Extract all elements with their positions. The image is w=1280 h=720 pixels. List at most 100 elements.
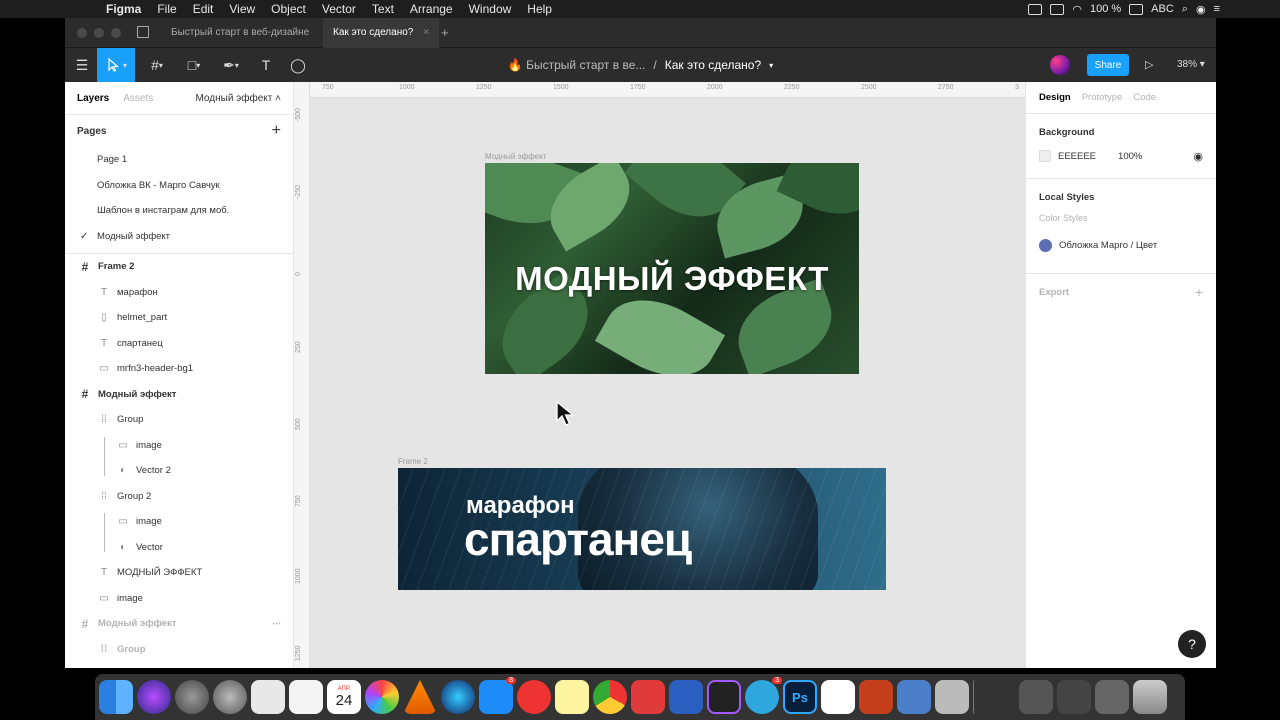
reminders-icon[interactable] bbox=[289, 680, 323, 714]
photos-icon[interactable] bbox=[365, 680, 399, 714]
layer-row[interactable]: ▯ helmet_part bbox=[65, 305, 293, 331]
chevron-down-icon[interactable]: ▾ bbox=[769, 61, 773, 70]
new-tab-button[interactable]: + bbox=[431, 18, 459, 48]
app-store-icon[interactable]: 8 bbox=[479, 677, 516, 714]
menu-window[interactable]: Window bbox=[461, 2, 520, 16]
layer-row[interactable]: ⁞⁞ Group 2 bbox=[65, 484, 293, 510]
page-item[interactable]: Шаблон в инстаграм для моб. bbox=[65, 198, 293, 224]
telegram-icon[interactable]: 3 bbox=[745, 677, 782, 714]
menu-edit[interactable]: Edit bbox=[185, 2, 222, 16]
files-stack-icon[interactable] bbox=[1095, 680, 1129, 714]
layer-row[interactable]: # Модный эффект ⋯ bbox=[65, 611, 293, 637]
layer-row[interactable]: # Frame 2 bbox=[65, 254, 293, 280]
tab-layers[interactable]: Layers bbox=[77, 93, 109, 104]
color-style-item[interactable]: Обложка Марго / Цвет bbox=[1039, 233, 1203, 257]
wunderlist-icon[interactable] bbox=[631, 680, 665, 714]
layer-row[interactable]: T МОДНЫЙ ЭФФЕКТ bbox=[65, 560, 293, 586]
tab-file-1[interactable]: Быстрый старт в веб-дизайне bbox=[161, 18, 319, 48]
menu-figma[interactable]: Figma bbox=[98, 2, 149, 16]
close-tab-icon[interactable]: × bbox=[423, 27, 429, 38]
menu-vector[interactable]: Vector bbox=[314, 2, 364, 16]
menu-help[interactable]: Help bbox=[519, 2, 560, 16]
battery-icon[interactable] bbox=[1129, 3, 1144, 15]
document-stack-icon[interactable] bbox=[1019, 680, 1053, 714]
layer-row[interactable]: ▭ mrfn3-header-bg1 bbox=[65, 356, 293, 382]
add-export-icon[interactable]: + bbox=[1195, 284, 1203, 300]
layer-row[interactable]: ▭ image bbox=[65, 433, 293, 459]
avatar[interactable] bbox=[1050, 55, 1070, 75]
breadcrumb-file[interactable]: Как это сделано? bbox=[665, 58, 761, 72]
calendar-icon[interactable]: АПР. 24 bbox=[327, 680, 361, 714]
eye-icon[interactable]: ◉ bbox=[1193, 150, 1203, 163]
spotlight-icon[interactable]: ⌕ bbox=[1182, 3, 1188, 16]
finder-icon[interactable] bbox=[99, 680, 133, 714]
menu-object[interactable]: Object bbox=[263, 2, 314, 16]
vlc-icon[interactable] bbox=[403, 680, 437, 714]
tab-assets[interactable]: Assets bbox=[123, 93, 153, 104]
close-window-button[interactable] bbox=[77, 28, 87, 38]
image-viewer-icon[interactable] bbox=[897, 680, 931, 714]
menu-file[interactable]: File bbox=[149, 2, 184, 16]
chrome-icon[interactable] bbox=[593, 680, 627, 714]
tab-code[interactable]: Code bbox=[1133, 92, 1156, 103]
background-hex[interactable]: EEEEEE bbox=[1058, 151, 1096, 162]
canvas[interactable]: 750 1000 1250 1500 1750 2000 2250 2500 2750 3 -50… bbox=[294, 82, 1025, 668]
photo-booth-icon[interactable] bbox=[935, 680, 969, 714]
screenshots-stack-icon[interactable] bbox=[1057, 680, 1091, 714]
layer-row[interactable]: ▭ image bbox=[65, 509, 293, 535]
frame-modny-effekt[interactable]: МОДНЫЙ ЭФФЕКТ bbox=[485, 163, 859, 374]
layer-row[interactable]: ▭ image bbox=[65, 586, 293, 612]
siri-icon[interactable] bbox=[137, 680, 171, 714]
input-source-label[interactable]: ABC bbox=[1151, 3, 1174, 15]
color-swatch[interactable] bbox=[1039, 150, 1051, 162]
breadcrumb-project[interactable]: 🔥 Быстрый старт в ве... bbox=[508, 58, 646, 72]
notes-icon[interactable] bbox=[555, 680, 589, 714]
teamviewer-icon[interactable] bbox=[1050, 3, 1065, 15]
wifi-icon[interactable]: ◠ bbox=[1072, 3, 1082, 16]
layer-options-icon[interactable]: ⋯ bbox=[272, 618, 281, 629]
menu-view[interactable]: View bbox=[221, 2, 263, 16]
page-selector[interactable]: Модный эффект ˄ bbox=[195, 93, 281, 104]
screenshot-icon[interactable] bbox=[251, 680, 285, 714]
present-play-icon[interactable]: ▷ bbox=[1145, 48, 1153, 82]
layer-row[interactable]: # Модный эффект bbox=[65, 382, 293, 408]
layer-row[interactable]: ⁞⁞ Group bbox=[65, 637, 293, 663]
powerpoint-icon[interactable] bbox=[859, 680, 893, 714]
screen-record-icon[interactable] bbox=[1028, 3, 1043, 15]
figma-icon[interactable] bbox=[707, 680, 741, 714]
battery-label[interactable]: 100 % bbox=[1090, 3, 1121, 15]
page-item-selected[interactable]: ✓ Модный эффект bbox=[65, 224, 293, 250]
control-center-icon[interactable]: ≡ bbox=[1214, 3, 1220, 15]
photoshop-icon[interactable]: Ps bbox=[783, 680, 817, 714]
trash-icon[interactable] bbox=[1133, 680, 1167, 714]
frame-2[interactable]: марафон спартанец bbox=[398, 468, 886, 590]
launchpad-icon[interactable] bbox=[213, 680, 247, 714]
minimize-window-button[interactable] bbox=[94, 28, 104, 38]
frame-label-frame2[interactable]: Frame 2 bbox=[398, 457, 428, 466]
tab-prototype[interactable]: Prototype bbox=[1082, 92, 1123, 103]
background-fill-row[interactable]: EEEEEE 100% ◉ bbox=[1039, 144, 1203, 168]
help-button[interactable]: ? bbox=[1178, 630, 1206, 658]
word-icon[interactable] bbox=[669, 680, 703, 714]
tab-design[interactable]: Design bbox=[1039, 92, 1071, 103]
layer-row[interactable]: ◐ Vector bbox=[65, 535, 293, 561]
page-item[interactable]: Page 1 bbox=[65, 147, 293, 173]
layer-row[interactable]: Tмарафон bbox=[65, 280, 293, 306]
layer-row[interactable]: ⁞⁞ Group bbox=[65, 407, 293, 433]
downloads-stack-icon[interactable] bbox=[981, 680, 1015, 714]
menu-arrange[interactable]: Arrange bbox=[402, 2, 461, 16]
timing-icon[interactable] bbox=[517, 680, 551, 714]
page-item[interactable]: Обложка ВК - Марго Савчук bbox=[65, 173, 293, 199]
share-button[interactable]: Share bbox=[1087, 54, 1129, 76]
zoom-window-button[interactable] bbox=[111, 28, 121, 38]
menu-text[interactable]: Text bbox=[364, 2, 402, 16]
system-preferences-icon[interactable] bbox=[175, 680, 209, 714]
background-opacity[interactable]: 100% bbox=[1118, 151, 1142, 162]
siri-icon[interactable]: ◉ bbox=[1196, 3, 1206, 16]
teamviewer-icon[interactable] bbox=[821, 680, 855, 714]
tab-file-2[interactable]: Как это сделано? × bbox=[323, 18, 440, 48]
file-browser-icon[interactable] bbox=[137, 26, 149, 38]
layer-row[interactable]: ◐ Vector 2 bbox=[65, 458, 293, 484]
zoom-dropdown[interactable]: 38% ▾ bbox=[1177, 48, 1205, 82]
layer-row[interactable]: Tспартанец bbox=[65, 331, 293, 357]
